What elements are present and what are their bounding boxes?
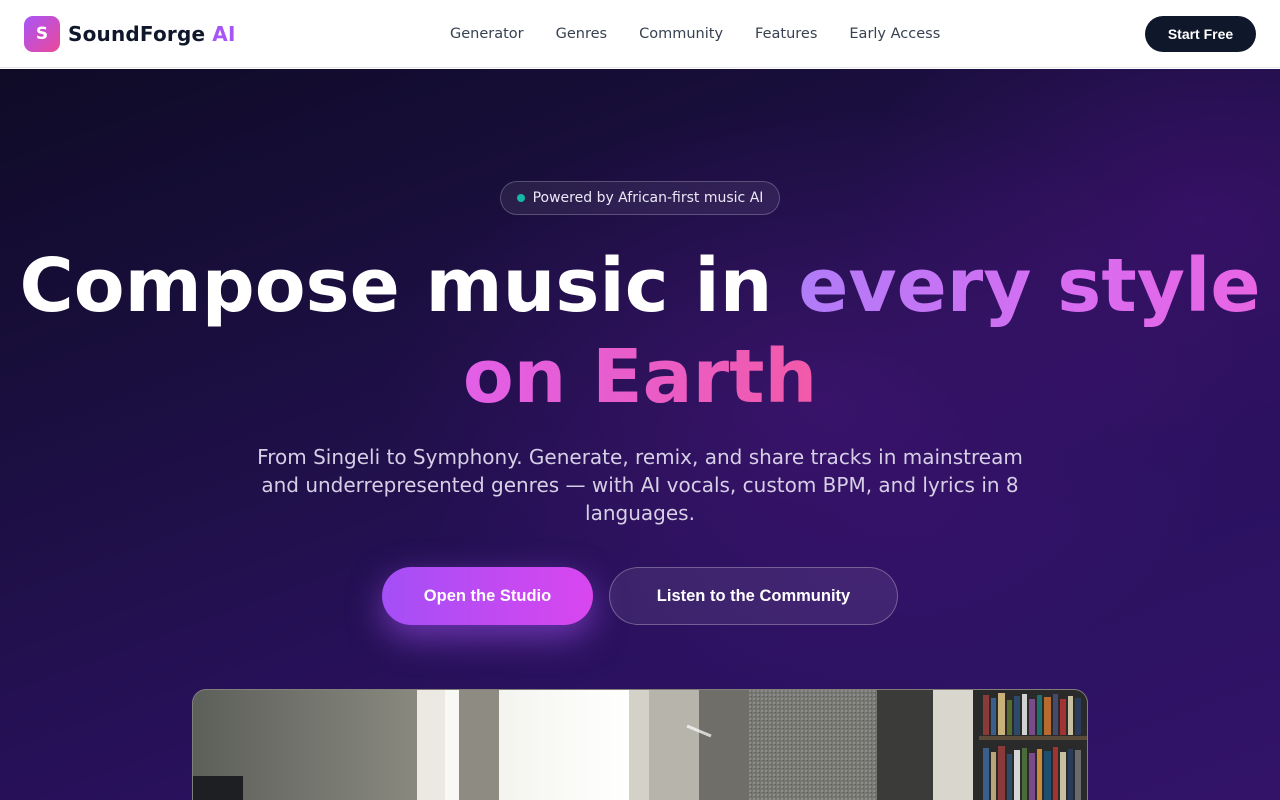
brand-logo-link[interactable]: S SoundForge AI (24, 15, 236, 52)
hero-subtitle: From Singeli to Symphony. Generate, remi… (257, 445, 1023, 525)
nav-links: Generator Genres Community Features Earl… (450, 0, 940, 68)
brand-name-text: SoundForge (68, 21, 206, 46)
top-nav: S SoundForge AI Generator Genres Communit… (0, 0, 1280, 68)
listen-community-button[interactable]: Listen to the Community (609, 567, 898, 625)
start-free-button[interactable]: Start Free (1145, 16, 1256, 52)
brand-logo-icon: S (24, 15, 60, 52)
nav-link-generator[interactable]: Generator (450, 26, 524, 42)
headline-part1: Compose music in (19, 243, 799, 329)
studio-photo-illustration (193, 690, 1087, 800)
open-studio-button[interactable]: Open the Studio (382, 567, 593, 625)
brand-name: SoundForge AI (68, 22, 236, 46)
nav-link-genres[interactable]: Genres (556, 26, 607, 42)
hero-section: Powered by African-first music AI Compos… (0, 69, 1280, 800)
brand-name-suffix: AI (212, 21, 236, 46)
nav-link-early-access[interactable]: Early Access (849, 26, 940, 42)
powered-by-badge: Powered by African-first music AI (500, 181, 780, 215)
status-dot-icon (516, 194, 525, 202)
studio-preview-image (192, 689, 1088, 800)
nav-link-features[interactable]: Features (755, 26, 817, 42)
headline-highlight-on-earth: on Earth (462, 334, 818, 420)
hero-headline: Compose music in every style on Earth (0, 241, 1280, 423)
nav-link-community[interactable]: Community (639, 26, 723, 42)
headline-highlight-every-style: every style (798, 243, 1261, 329)
badge-text: Powered by African-first music AI (532, 190, 764, 206)
